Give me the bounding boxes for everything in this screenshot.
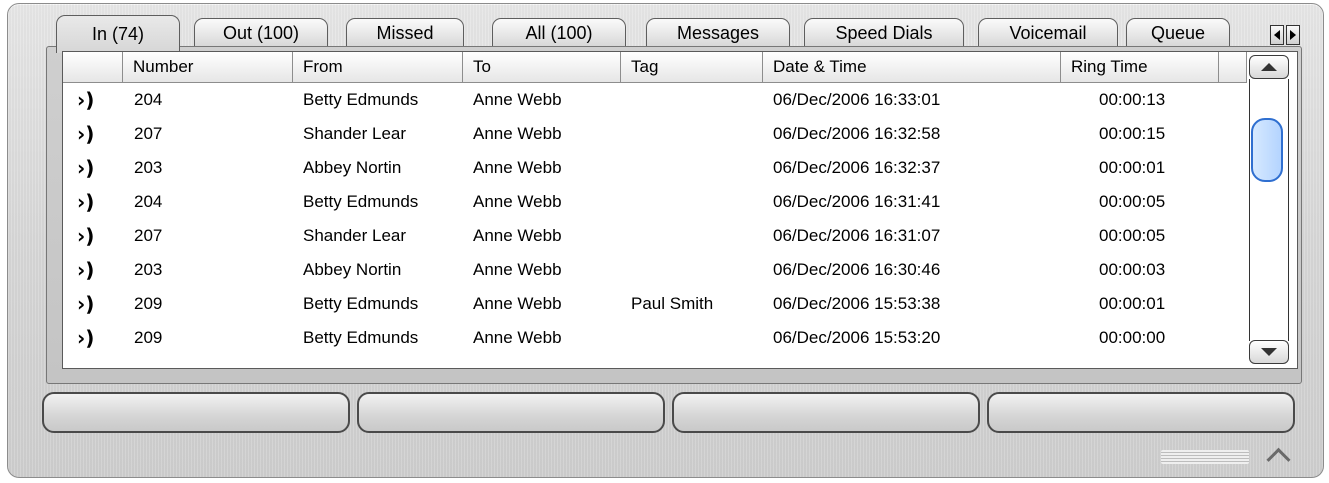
incoming-call-icon: ›) xyxy=(77,258,95,282)
cell-number: 209 xyxy=(134,328,163,347)
header-tag[interactable]: Tag xyxy=(621,52,763,83)
header-icon-column[interactable] xyxy=(63,52,123,83)
cell-ring-time: 00:00:05 xyxy=(1099,192,1166,211)
left-arrow-icon[interactable] xyxy=(1270,25,1284,45)
action-button-1[interactable] xyxy=(42,392,350,433)
cell-ring-time: 00:00:03 xyxy=(1099,260,1166,279)
incoming-call-icon: ›) xyxy=(77,88,95,112)
cell-to: Anne Webb xyxy=(473,158,562,177)
table-row[interactable]: ›) 209 Betty Edmunds Anne Webb Paul Smit… xyxy=(63,287,1243,321)
tab-speed-dials[interactable]: Speed Dials xyxy=(804,18,964,49)
cell-number: 209 xyxy=(134,294,163,313)
cell-date-time: 06/Dec/2006 15:53:38 xyxy=(773,294,941,313)
cell-date-time: 06/Dec/2006 16:31:07 xyxy=(773,226,941,245)
tab-voicemail[interactable]: Voicemail xyxy=(978,18,1118,49)
tab-all[interactable]: All (100) xyxy=(492,18,626,49)
cell-ring-time: 00:00:15 xyxy=(1099,124,1166,143)
table-row[interactable]: ›) 204 Betty Edmunds Anne Webb 06/Dec/20… xyxy=(63,83,1243,117)
cell-date-time: 06/Dec/2006 16:32:58 xyxy=(773,124,941,143)
tab-queue[interactable]: Queue xyxy=(1126,18,1230,49)
cell-number: 203 xyxy=(134,260,163,279)
cell-date-time: 06/Dec/2006 15:53:20 xyxy=(773,328,941,347)
cell-tag: Paul Smith xyxy=(631,294,714,313)
call-history-panel: Out (100) Missed All (100) Messages Spee… xyxy=(7,3,1324,478)
cell-to: Anne Webb xyxy=(473,260,562,279)
cell-to: Anne Webb xyxy=(473,294,562,313)
table-row[interactable]: ›) 204 Betty Edmunds Anne Webb 06/Dec/20… xyxy=(63,185,1243,219)
cell-from: Shander Lear xyxy=(303,124,407,143)
cell-from: Abbey Nortin xyxy=(303,158,402,177)
tab-out[interactable]: Out (100) xyxy=(194,18,328,49)
incoming-call-icon: ›) xyxy=(77,326,95,350)
header-ring-time[interactable]: Ring Time xyxy=(1061,52,1219,83)
scrollbar-thumb[interactable] xyxy=(1251,118,1283,182)
scroll-down-arrow-icon[interactable] xyxy=(1249,340,1289,364)
cell-date-time: 06/Dec/2006 16:33:01 xyxy=(773,90,941,109)
cell-from: Betty Edmunds xyxy=(303,90,419,109)
header-from[interactable]: From xyxy=(293,52,463,83)
cell-ring-time: 00:00:01 xyxy=(1099,294,1166,313)
table-row[interactable]: ›) 203 Abbey Nortin Anne Webb 06/Dec/200… xyxy=(63,151,1243,185)
cell-ring-time: 00:00:00 xyxy=(1099,328,1166,347)
cell-from: Betty Edmunds xyxy=(303,192,419,211)
cell-ring-time: 00:00:13 xyxy=(1099,90,1166,109)
call-list[interactable]: Number From To Tag Date & Time Ring Time… xyxy=(62,51,1298,369)
table-row[interactable]: ›) 207 Shander Lear Anne Webb 06/Dec/200… xyxy=(63,117,1243,151)
cell-number: 207 xyxy=(134,226,163,245)
cell-to: Anne Webb xyxy=(473,328,562,347)
tab-missed[interactable]: Missed xyxy=(346,18,464,49)
tab-in[interactable]: In (74) xyxy=(56,15,180,53)
incoming-call-icon: ›) xyxy=(77,292,95,316)
cell-number: 204 xyxy=(134,192,163,211)
incoming-call-icon: ›) xyxy=(77,224,95,248)
cell-to: Anne Webb xyxy=(473,90,562,109)
incoming-call-icon: ›) xyxy=(77,122,95,146)
cell-number: 204 xyxy=(134,90,163,109)
incoming-call-icon: ›) xyxy=(77,156,95,180)
cell-from: Shander Lear xyxy=(303,226,407,245)
cell-number: 203 xyxy=(134,158,163,177)
action-button-3[interactable] xyxy=(672,392,980,433)
cell-date-time: 06/Dec/2006 16:30:46 xyxy=(773,260,941,279)
cell-ring-time: 00:00:01 xyxy=(1099,158,1166,177)
cell-from: Abbey Nortin xyxy=(303,260,402,279)
chevron-up-icon[interactable] xyxy=(1258,444,1298,472)
vertical-scrollbar[interactable] xyxy=(1247,52,1295,368)
cell-from: Betty Edmunds xyxy=(303,328,419,347)
scroll-up-arrow-icon[interactable] xyxy=(1249,55,1289,79)
header-number[interactable]: Number xyxy=(123,52,293,83)
cell-date-time: 06/Dec/2006 16:31:41 xyxy=(773,192,941,211)
action-button-4[interactable] xyxy=(987,392,1295,433)
cell-number: 207 xyxy=(134,124,163,143)
table-row[interactable]: ›) 203 Abbey Nortin Anne Webb 06/Dec/200… xyxy=(63,253,1243,287)
header-extra xyxy=(1219,52,1247,83)
cell-ring-time: 00:00:05 xyxy=(1099,226,1166,245)
tab-scroll-arrows xyxy=(1270,25,1300,45)
cell-date-time: 06/Dec/2006 16:32:37 xyxy=(773,158,941,177)
cell-to: Anne Webb xyxy=(473,192,562,211)
cell-to: Anne Webb xyxy=(473,124,562,143)
action-button-2[interactable] xyxy=(357,392,665,433)
tab-messages[interactable]: Messages xyxy=(646,18,790,49)
right-arrow-icon[interactable] xyxy=(1286,25,1300,45)
cell-from: Betty Edmunds xyxy=(303,294,419,313)
table-row[interactable]: ›) 207 Shander Lear Anne Webb 06/Dec/200… xyxy=(63,219,1243,253)
cell-to: Anne Webb xyxy=(473,226,562,245)
header-to[interactable]: To xyxy=(463,52,621,83)
incoming-call-icon: ›) xyxy=(77,190,95,214)
header-date-time[interactable]: Date & Time xyxy=(763,52,1061,83)
resize-grip[interactable] xyxy=(1161,450,1249,464)
table-row[interactable]: ›) 209 Betty Edmunds Anne Webb 06/Dec/20… xyxy=(63,321,1243,355)
